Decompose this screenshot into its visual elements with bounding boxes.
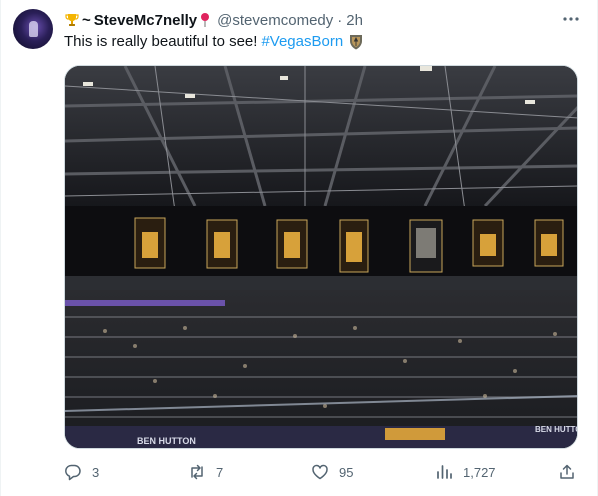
tweet-text: This is really beautiful to see! #VegasB… [64,33,363,50]
share-button[interactable] [558,460,576,484]
more-horizontal-icon [563,17,579,21]
heart-icon [312,464,328,480]
reply-icon [65,464,81,481]
share-icon [560,464,574,479]
avatar[interactable] [13,9,53,49]
tweet-header: ~ SteveMc7nelly @stevemcomedy · 2h [64,10,363,30]
hashtag-link[interactable]: #VegasBorn [261,33,343,50]
more-options-button[interactable] [562,10,580,28]
reply-count: 3 [92,464,100,480]
views-button[interactable]: 1,727 [435,460,496,484]
action-bar: 3 7 95 1,727 [64,460,578,484]
arena-photo: BEN HUTTON BEN HUTTON [65,66,578,448]
tweet-body: This is really beautiful to see! [64,33,258,50]
author-name[interactable]: SteveMc7nelly [94,12,197,29]
tweet-photo[interactable]: BEN HUTTON BEN HUTTON [64,65,578,449]
like-count: 95 [339,464,354,480]
golden-knights-shield-icon [350,34,363,49]
views-chart-icon [437,465,452,479]
board-text-right: BEN HUTTON [535,425,578,434]
tweet[interactable]: ~ SteveMc7nelly @stevemcomedy · 2h This … [0,0,598,496]
tweet-timestamp[interactable]: 2h [346,12,363,29]
like-button[interactable]: 95 [311,460,353,484]
view-count: 1,727 [463,464,496,480]
retweet-icon [191,464,203,480]
author-handle[interactable]: @stevemcomedy [217,12,333,29]
board-text: BEN HUTTON [137,436,196,446]
retweet-button[interactable]: 7 [188,460,223,484]
retweet-count: 7 [216,464,224,480]
separator-dot: · [337,11,343,29]
round-pushpin-icon [201,13,210,27]
trophy-icon [65,14,79,26]
author-tilde[interactable]: ~ [82,12,91,29]
reply-button[interactable]: 3 [64,460,99,484]
